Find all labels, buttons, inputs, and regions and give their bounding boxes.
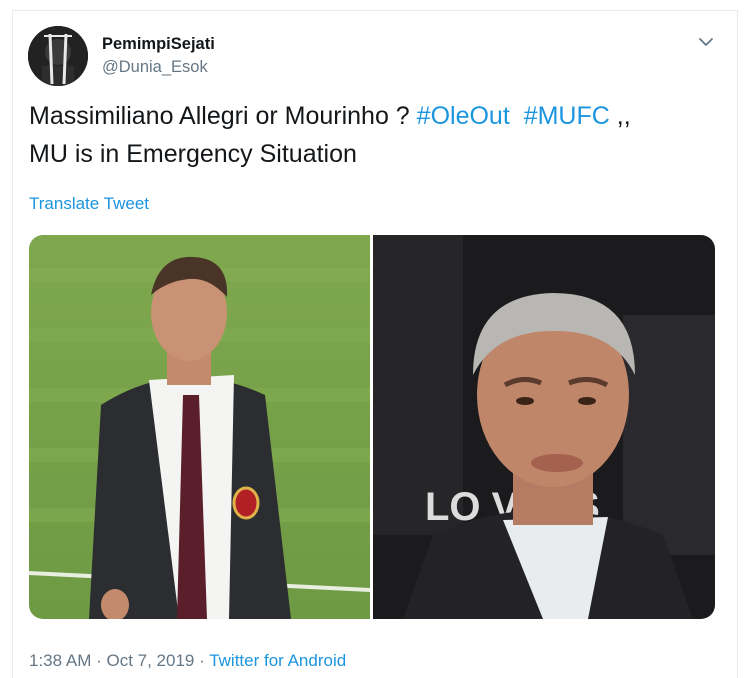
- chevron-down-icon[interactable]: [696, 32, 716, 52]
- tweet-text: Massimiliano Allegri or Mourinho ? #OleO…: [29, 97, 719, 173]
- tweet-text-segment: Massimiliano Allegri or Mourinho ?: [29, 102, 417, 130]
- photo-allegri[interactable]: [29, 235, 370, 619]
- tweet-text-segment: ,,: [609, 102, 631, 130]
- meta-separator: ·: [194, 651, 210, 670]
- photo-mourinho[interactable]: LO VANS: [373, 235, 715, 619]
- hashtag-mufc-link[interactable]: #MUFC: [524, 102, 610, 130]
- tweet-source-link[interactable]: Twitter for Android: [209, 651, 346, 670]
- tweet-time[interactable]: 1:38 AM: [29, 651, 91, 670]
- author-display-name[interactable]: PemimpiSejati: [102, 35, 215, 54]
- hashtag-oleout-link[interactable]: #OleOut: [417, 102, 510, 130]
- tweet-meta: 1:38 AM · Oct 7, 2019 · Twitter for Andr…: [29, 651, 346, 671]
- meta-separator: ·: [91, 651, 107, 670]
- author-handle[interactable]: @Dunia_Esok: [102, 58, 208, 77]
- translate-tweet-link[interactable]: Translate Tweet: [29, 194, 149, 214]
- tweet-media: LO VANS: [29, 235, 715, 619]
- tweet-date[interactable]: Oct 7, 2019: [106, 651, 194, 670]
- tweet-text-line2: MU is in Emergency Situation: [29, 140, 357, 168]
- avatar[interactable]: [28, 26, 88, 86]
